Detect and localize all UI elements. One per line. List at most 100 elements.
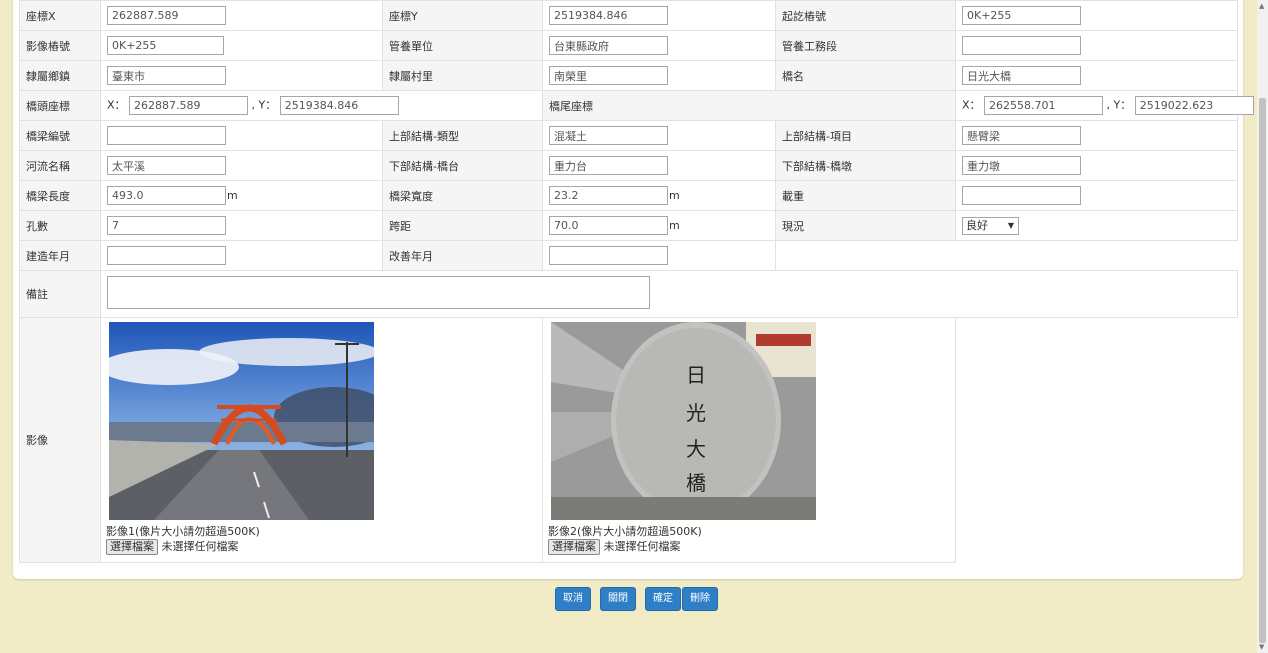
label-coord-y: 座標Y — [382, 0, 543, 31]
label-span-length: 跨距 — [382, 210, 543, 241]
stone-char-2: 光 — [686, 401, 706, 425]
label-rebuilt: 改善年月 — [382, 240, 543, 271]
label-status: 現況 — [775, 210, 956, 241]
label-super-item: 上部結構-項目 — [775, 120, 956, 151]
row-management: 影像樁號 管養單位 管養工務段 — [19, 30, 1238, 61]
span-length-input[interactable] — [549, 216, 668, 235]
image-1-file-status: 未選擇任何檔案 — [161, 540, 239, 553]
row-structure: 橋梁編號 上部結構-類型 上部結構-項目 — [19, 120, 1238, 151]
action-button-bar: 取消 關閉 確定 刪除 — [555, 587, 718, 611]
coord-y-input[interactable] — [549, 6, 668, 25]
image-1-file-row: 選擇檔案 未選擇任何檔案 — [106, 538, 536, 555]
label-village: 隸屬村里 — [382, 60, 543, 91]
row-substructure: 河流名稱 下部結構-橋台 下部結構-橋墩 — [19, 150, 1238, 181]
bridge-photo-image — [109, 322, 374, 520]
image-1-choose-file-button[interactable]: 選擇檔案 — [106, 539, 158, 555]
start-mileage-input[interactable] — [962, 6, 1081, 25]
chevron-down-icon: ▼ — [1007, 220, 1014, 230]
scrollbar-thumb[interactable] — [1259, 98, 1266, 643]
close-button[interactable]: 關閉 — [600, 587, 636, 611]
delete-button[interactable]: 刪除 — [682, 587, 718, 611]
rebuilt-input[interactable] — [549, 246, 668, 265]
row-spans: 孔數 跨距 m 現況 良好 ▼ — [19, 210, 1238, 241]
label-head-coord: 橋頭座標 — [19, 90, 101, 121]
image-2-caption: 影像2(像片大小請勿超過500K) — [548, 525, 702, 538]
label-start-mileage: 起訖樁號 — [775, 0, 956, 31]
remark-textarea[interactable] — [107, 276, 650, 309]
width-unit: m — [669, 188, 680, 202]
mgmt-unit-input[interactable] — [549, 36, 668, 55]
image-empty-cell — [955, 317, 1238, 563]
row-coordinates: 座標X 座標Y 起訖樁號 — [19, 0, 1238, 31]
label-image-mileage: 影像樁號 — [19, 30, 101, 61]
sub-abutment-input[interactable] — [549, 156, 668, 175]
length-input[interactable] — [107, 186, 226, 205]
row-location: 隸屬鄉鎮 隸屬村里 橋名 — [19, 60, 1238, 91]
label-built: 建造年月 — [19, 240, 101, 271]
length-unit: m — [227, 188, 238, 202]
super-item-input[interactable] — [962, 126, 1081, 145]
tail-x-prefix: X： — [962, 98, 981, 112]
stone-marker-photo-image: 日 光 大 橋 — [551, 322, 816, 520]
label-width: 橋梁寬度 — [382, 180, 543, 211]
status-select[interactable]: 良好 ▼ — [962, 216, 1019, 235]
super-type-input[interactable] — [549, 126, 668, 145]
label-coord-x: 座標X — [19, 0, 101, 31]
image-slot-1: 影像1(像片大小請勿超過500K) 選擇檔案 未選擇任何檔案 — [100, 317, 543, 563]
label-river: 河流名稱 — [19, 150, 101, 181]
stone-char-1: 日 — [686, 363, 706, 387]
head-x-prefix: X： — [107, 98, 126, 112]
label-bridge-no: 橋梁編號 — [19, 120, 101, 151]
image-mileage-input[interactable] — [107, 36, 224, 55]
status-value: 良好 — [966, 218, 988, 232]
village-input[interactable] — [549, 66, 668, 85]
image-slot-2: 日 光 大 橋 影像2(像片大小請勿超過500K) 選擇檔案 未選擇任何檔案 — [542, 317, 956, 563]
head-y-prefix: , Y： — [251, 98, 277, 112]
label-length: 橋梁長度 — [19, 180, 101, 211]
label-bridge-name: 橋名 — [775, 60, 956, 91]
row-remark: 備註 — [19, 270, 1238, 318]
label-sub-pier: 下部結構-橋墩 — [775, 150, 956, 181]
image-2-file-row: 選擇檔案 未選擇任何檔案 — [548, 538, 949, 555]
tail-x-input[interactable] — [984, 96, 1104, 115]
label-super-type: 上部結構-類型 — [382, 120, 543, 151]
label-spans: 孔數 — [19, 210, 101, 241]
confirm-button[interactable]: 確定 — [645, 587, 681, 611]
label-mgmt-section: 管養工務段 — [775, 30, 956, 61]
label-sub-abutment: 下部結構-橋台 — [382, 150, 543, 181]
bridge-name-input[interactable] — [962, 66, 1081, 85]
bridge-form-table: 座標X 座標Y 起訖樁號 影像樁號 管養單位 管養工務段 隸屬鄉鎮 隸屬村里 橋… — [19, 0, 1254, 563]
sub-pier-input[interactable] — [962, 156, 1081, 175]
stone-char-3: 大 — [686, 437, 706, 461]
width-input[interactable] — [549, 186, 668, 205]
row-images: 影像 影像1(像片大小請勿超過500K) 選擇檔案 未選擇任何檔案 日 光 大 … — [19, 317, 1238, 563]
vertical-scrollbar[interactable]: ▲ ▼ — [1257, 0, 1268, 653]
spans-input[interactable] — [107, 216, 226, 235]
empty-cell — [775, 240, 1238, 271]
built-input[interactable] — [107, 246, 226, 265]
label-images: 影像 — [19, 317, 101, 563]
label-township: 隸屬鄉鎮 — [19, 60, 101, 91]
tail-y-input[interactable] — [1134, 96, 1254, 115]
label-load: 載重 — [775, 180, 956, 211]
tail-y-prefix: , Y： — [1106, 98, 1132, 112]
row-dates: 建造年月 改善年月 — [19, 240, 1238, 271]
head-x-input[interactable] — [129, 96, 249, 115]
row-dimensions: 橋梁長度 m 橋梁寬度 m 載重 — [19, 180, 1238, 211]
image-1-caption: 影像1(像片大小請勿超過500K) — [106, 525, 260, 538]
head-y-input[interactable] — [279, 96, 399, 115]
scroll-up-icon[interactable]: ▲ — [1259, 2, 1264, 10]
load-input[interactable] — [962, 186, 1081, 205]
river-input[interactable] — [107, 156, 226, 175]
stone-char-4: 橋 — [686, 471, 706, 495]
bridge-no-input[interactable] — [107, 126, 226, 145]
label-remark: 備註 — [19, 270, 101, 318]
scroll-down-icon[interactable]: ▼ — [1259, 643, 1264, 651]
cancel-button[interactable]: 取消 — [555, 587, 591, 611]
label-mgmt-unit: 管養單位 — [382, 30, 543, 61]
image-2-choose-file-button[interactable]: 選擇檔案 — [548, 539, 600, 555]
coord-x-input[interactable] — [107, 6, 226, 25]
label-tail-coord: 橋尾座標 — [542, 90, 956, 121]
mgmt-section-input[interactable] — [962, 36, 1081, 55]
township-input[interactable] — [107, 66, 226, 85]
